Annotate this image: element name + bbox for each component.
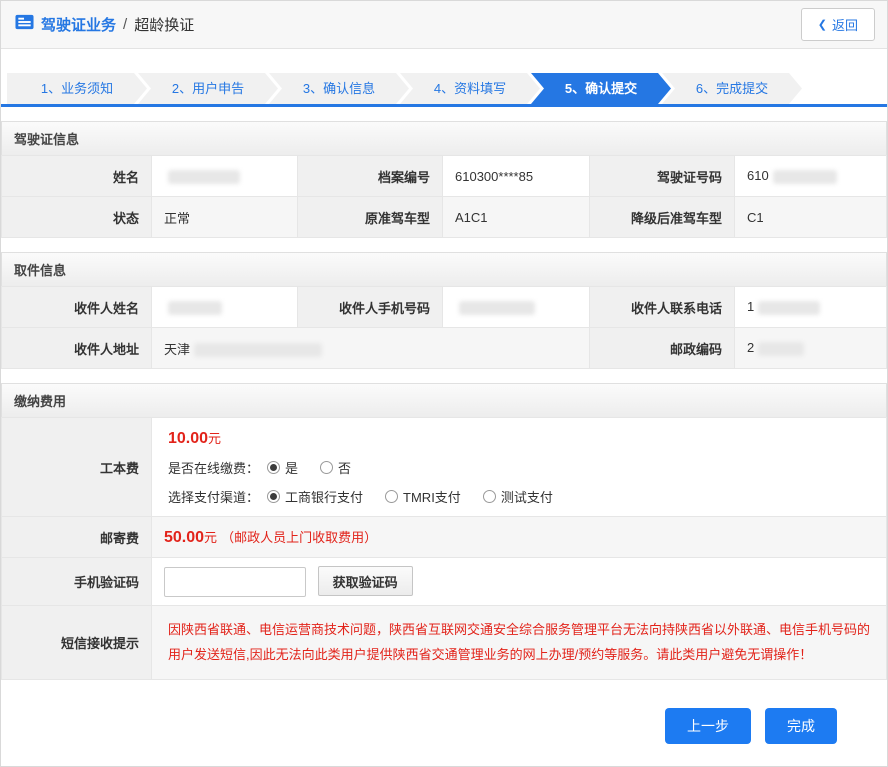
radio-checked-icon[interactable] (267, 490, 280, 503)
step-tab-5[interactable]: 5、确认提交 (531, 73, 671, 104)
table-row: 手机验证码 获取验证码 (2, 558, 887, 606)
radio-label: 是 (285, 458, 298, 477)
pay-channel-option-row: 选择支付渠道： 工商银行支付 TMRI支付 测试支付 (168, 487, 870, 506)
field-value-postal-code: 2 (735, 328, 887, 369)
field-value-status: 正常 (152, 197, 298, 238)
field-label-recipient-phone: 收件人联系电话 (590, 287, 735, 328)
pickup-info-section: 取件信息 收件人姓名 收件人手机号码 收件人联系电话 1 收件人地址 天津 邮政… (1, 252, 887, 369)
radio-label: TMRI支付 (403, 487, 461, 506)
field-value-recipient-address: 天津 (152, 328, 590, 369)
page-title: 超龄换证 (134, 14, 194, 35)
radio-unchecked-icon[interactable] (320, 461, 333, 474)
field-value-recipient-phone: 1 (735, 287, 887, 328)
breadcrumb: 驾驶证业务 / 超龄换证 (15, 14, 194, 35)
online-pay-label: 是否在线缴费： (168, 458, 259, 477)
table-row: 短信接收提示 因陕西省联通、电信运营商技术问题，陕西省互联网交通安全综合服务管理… (2, 606, 887, 680)
field-label-sms-code: 手机验证码 (2, 558, 152, 606)
redacted-value (168, 301, 222, 315)
step-tab-4[interactable]: 4、资料填写 (400, 73, 540, 104)
field-label-recipient-name: 收件人姓名 (2, 287, 152, 328)
field-label-file-number: 档案编号 (298, 156, 443, 197)
license-info-table: 姓名 档案编号 610300****85 驾驶证号码 610 状态 正常 原准驾… (1, 155, 887, 238)
page: 驾驶证业务 / 超龄换证 ❮ 返回 1、业务须知 2、用户申告 3、确认信息 4… (0, 0, 888, 767)
redacted-value (758, 342, 804, 356)
redacted-value (758, 301, 820, 315)
field-value-original-class: A1C1 (443, 197, 590, 238)
field-label-license-number: 驾驶证号码 (590, 156, 735, 197)
radio-label: 测试支付 (501, 487, 553, 506)
table-row: 邮寄费 50.00元（邮政人员上门收取费用） (2, 517, 887, 558)
step-tab-3[interactable]: 3、确认信息 (269, 73, 409, 104)
chevron-left-icon: ❮ (818, 18, 827, 31)
breadcrumb-separator: / (123, 16, 127, 33)
fees-table: 工本费 10.00元 是否在线缴费： 是 否 (1, 417, 887, 680)
app-title: 驾驶证业务 (41, 14, 116, 35)
field-value-recipient-name (152, 287, 298, 328)
radio-unchecked-icon[interactable] (385, 490, 398, 503)
field-label-downgraded-class: 降级后准驾车型 (590, 197, 735, 238)
radio-channel-tmri[interactable]: TMRI支付 (385, 487, 461, 506)
step-nav: 1、业务须知 2、用户申告 3、确认信息 4、资料填写 5、确认提交 6、完成提… (1, 73, 887, 107)
field-value-production-fee: 10.00元 是否在线缴费： 是 否 选择支 (152, 418, 887, 517)
finish-button[interactable]: 完成 (765, 708, 837, 744)
table-row: 工本费 10.00元 是否在线缴费： 是 否 (2, 418, 887, 517)
field-value-recipient-mobile (443, 287, 590, 328)
step-tab-1[interactable]: 1、业务须知 (7, 73, 147, 104)
radio-channel-icbc[interactable]: 工商银行支付 (267, 487, 363, 506)
redacted-value (194, 343, 322, 357)
pickup-info-title: 取件信息 (1, 252, 887, 286)
pay-channel-label: 选择支付渠道： (168, 487, 259, 506)
radio-unchecked-icon[interactable] (483, 490, 496, 503)
field-label-postage-fee: 邮寄费 (2, 517, 152, 558)
step-tab-6[interactable]: 6、完成提交 (662, 73, 802, 104)
redacted-value (459, 301, 535, 315)
field-label-name: 姓名 (2, 156, 152, 197)
radio-online-pay-yes[interactable]: 是 (267, 458, 298, 477)
field-value-postage-fee: 50.00元（邮政人员上门收取费用） (152, 517, 887, 558)
field-value-downgraded-class: C1 (735, 197, 887, 238)
field-value-license-number: 610 (735, 156, 887, 197)
radio-online-pay-no[interactable]: 否 (320, 458, 351, 477)
get-sms-code-button[interactable]: 获取验证码 (318, 566, 413, 596)
back-button-label: 返回 (832, 15, 858, 34)
back-button[interactable]: ❮ 返回 (801, 8, 875, 41)
field-label-recipient-mobile: 收件人手机号码 (298, 287, 443, 328)
field-value-name (152, 156, 298, 197)
table-row: 收件人地址 天津 邮政编码 2 (2, 328, 887, 369)
radio-label: 否 (338, 458, 351, 477)
field-label-production-fee: 工本费 (2, 418, 152, 517)
field-value-sms-code: 获取验证码 (152, 558, 887, 606)
previous-step-button[interactable]: 上一步 (665, 708, 751, 744)
step-tab-2[interactable]: 2、用户申告 (138, 73, 278, 104)
license-info-title: 驾驶证信息 (1, 121, 887, 155)
field-label-postal-code: 邮政编码 (590, 328, 735, 369)
top-bar: 驾驶证业务 / 超龄换证 ❮ 返回 (1, 1, 887, 49)
production-fee-amount: 10.00元 (168, 428, 870, 448)
radio-channel-test[interactable]: 测试支付 (483, 487, 553, 506)
postage-fee-note: （邮政人员上门收取费用） (221, 530, 377, 545)
pickup-info-table: 收件人姓名 收件人手机号码 收件人联系电话 1 收件人地址 天津 邮政编码 2 (1, 286, 887, 369)
license-info-section: 驾驶证信息 姓名 档案编号 610300****85 驾驶证号码 610 状态 … (1, 121, 887, 238)
form-list-icon (15, 14, 34, 35)
field-label-recipient-address: 收件人地址 (2, 328, 152, 369)
sms-code-input[interactable] (164, 567, 306, 597)
field-label-status: 状态 (2, 197, 152, 238)
sms-notice-text: 因陕西省联通、电信运营商技术问题，陕西省互联网交通安全综合服务管理平台无法向持陕… (152, 606, 886, 679)
online-pay-option-row: 是否在线缴费： 是 否 (168, 458, 870, 477)
table-row: 姓名 档案编号 610300****85 驾驶证号码 610 (2, 156, 887, 197)
field-value-file-number: 610300****85 (443, 156, 590, 197)
field-value-sms-notice: 因陕西省联通、电信运营商技术问题，陕西省互联网交通安全综合服务管理平台无法向持陕… (152, 606, 887, 680)
field-label-sms-notice: 短信接收提示 (2, 606, 152, 680)
redacted-value (773, 170, 837, 184)
radio-label: 工商银行支付 (285, 487, 363, 506)
table-row: 收件人姓名 收件人手机号码 收件人联系电话 1 (2, 287, 887, 328)
fees-title: 缴纳费用 (1, 383, 887, 417)
fees-section: 缴纳费用 工本费 10.00元 是否在线缴费： 是 (1, 383, 887, 680)
redacted-value (168, 170, 240, 184)
field-label-original-class: 原准驾车型 (298, 197, 443, 238)
footer-actions: 上一步 完成 (1, 680, 887, 766)
radio-checked-icon[interactable] (267, 461, 280, 474)
table-row: 状态 正常 原准驾车型 A1C1 降级后准驾车型 C1 (2, 197, 887, 238)
